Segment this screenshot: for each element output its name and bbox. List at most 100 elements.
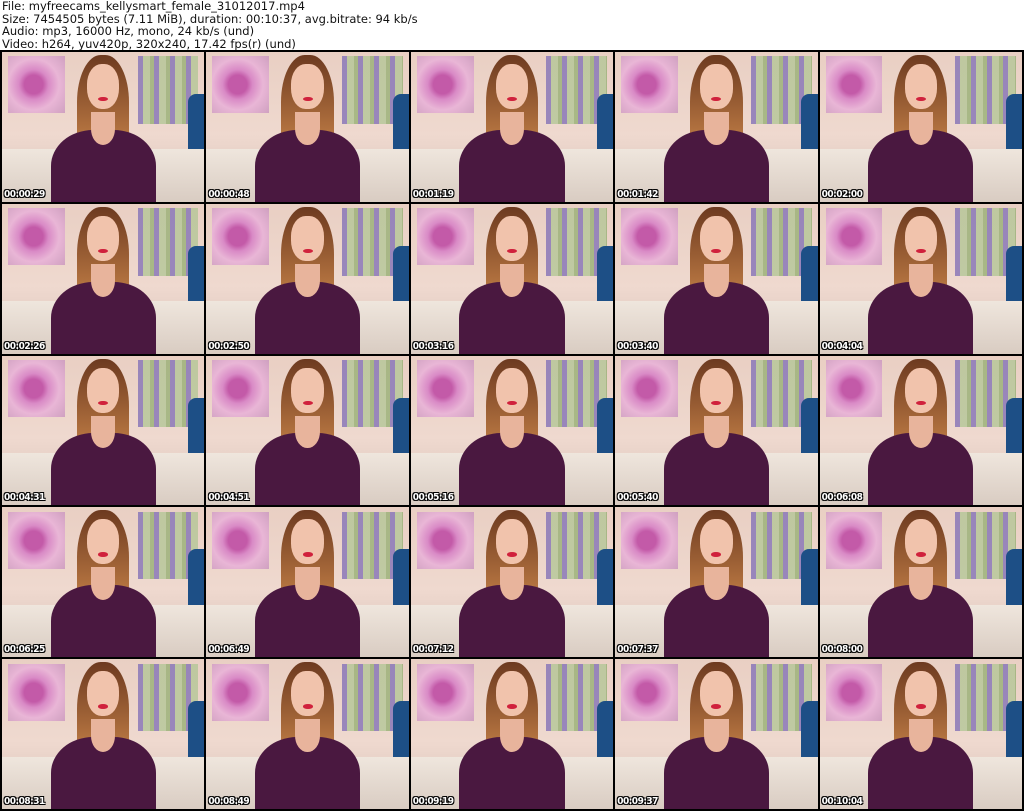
video-thumbnail[interactable]: 00:03:16 bbox=[410, 203, 614, 354]
person-lips bbox=[302, 552, 313, 557]
person-neck bbox=[908, 263, 933, 297]
flower-picture bbox=[621, 56, 678, 114]
person-face bbox=[904, 671, 937, 717]
person-face bbox=[87, 215, 120, 261]
person-lips bbox=[915, 704, 926, 709]
timestamp: 00:08:49 bbox=[208, 796, 250, 807]
person-face bbox=[495, 519, 529, 565]
timestamp: 00:03:40 bbox=[617, 340, 658, 352]
person-face bbox=[495, 63, 529, 109]
timestamp: 00:09:19 bbox=[412, 796, 454, 807]
person-lips bbox=[98, 400, 109, 406]
person-lips bbox=[915, 248, 926, 254]
video-thumbnail[interactable]: 00:04:31 bbox=[2, 355, 205, 506]
video-thumbnail[interactable]: 00:10:04 bbox=[819, 659, 1022, 809]
timestamp: 00:09:37 bbox=[617, 796, 658, 807]
video-thumbnail[interactable]: 00:07:37 bbox=[615, 507, 818, 658]
file-name: File: myfreecams_kellysmart_female_31012… bbox=[2, 0, 305, 13]
person-neck bbox=[908, 719, 933, 753]
person-neck bbox=[295, 263, 320, 297]
video-thumbnail[interactable]: 00:03:40 bbox=[615, 203, 818, 354]
person-neck bbox=[499, 111, 525, 145]
video-thumbnail[interactable]: 00:01:42 bbox=[615, 52, 818, 202]
video-thumbnail[interactable]: 00:06:25 bbox=[2, 507, 205, 658]
person-face bbox=[87, 63, 120, 109]
timestamp: 00:05:40 bbox=[617, 492, 658, 504]
video-thumbnail[interactable]: 00:09:19 bbox=[410, 659, 614, 809]
flower-picture bbox=[8, 208, 65, 266]
video-thumbnail[interactable]: 00:00:29 bbox=[2, 52, 205, 202]
person-face bbox=[700, 215, 733, 261]
person-face bbox=[291, 215, 324, 261]
video-thumbnail[interactable]: 00:01:19 bbox=[410, 52, 614, 202]
video-thumbnail[interactable]: 00:02:00 bbox=[819, 52, 1022, 202]
flower-picture bbox=[416, 360, 474, 417]
person-neck bbox=[499, 719, 525, 753]
flower-picture bbox=[212, 208, 270, 266]
flower-picture bbox=[621, 208, 678, 266]
timestamp: 00:07:12 bbox=[412, 644, 454, 656]
person-neck bbox=[295, 415, 320, 449]
person-face bbox=[87, 367, 120, 413]
timestamp: 00:08:31 bbox=[4, 796, 45, 807]
timestamp: 00:06:25 bbox=[4, 644, 45, 656]
person-lips bbox=[711, 552, 722, 557]
video-thumbnail[interactable]: 00:04:51 bbox=[206, 355, 409, 506]
video-thumbnail[interactable]: 00:08:49 bbox=[206, 659, 409, 809]
video-thumbnail[interactable]: 00:05:16 bbox=[410, 355, 614, 506]
person-face bbox=[904, 215, 937, 261]
video-info: Video: h264, yuv420p, 320x240, 17.42 fps… bbox=[2, 36, 296, 51]
person-lips bbox=[711, 704, 722, 709]
flower-picture bbox=[416, 663, 474, 721]
timestamp: 00:02:26 bbox=[4, 340, 45, 352]
person-lips bbox=[98, 704, 109, 709]
timestamp: 00:01:42 bbox=[617, 188, 658, 200]
timestamp: 00:05:16 bbox=[412, 492, 454, 504]
video-thumbnail[interactable]: 00:02:26 bbox=[2, 203, 205, 354]
person-face bbox=[291, 63, 324, 109]
flower-picture bbox=[212, 56, 270, 114]
flower-picture bbox=[212, 360, 270, 417]
thumbnail-grid: 00:00:29 00:00:48 00:01:19 00:01:42 00:02:00… bbox=[0, 50, 1024, 811]
timestamp: 00:06:49 bbox=[208, 644, 250, 656]
flower-picture bbox=[8, 56, 65, 114]
person-face bbox=[700, 63, 733, 109]
person-face bbox=[700, 367, 733, 413]
flower-picture bbox=[621, 511, 678, 569]
person-face bbox=[904, 367, 937, 413]
person-neck bbox=[91, 111, 116, 145]
person-lips bbox=[506, 400, 518, 406]
person-lips bbox=[915, 400, 926, 406]
person-face bbox=[700, 671, 733, 717]
video-thumbnail[interactable]: 00:02:50 bbox=[206, 203, 409, 354]
flower-picture bbox=[825, 208, 883, 266]
timestamp: 00:02:50 bbox=[208, 340, 250, 352]
video-thumbnail[interactable]: 00:08:31 bbox=[2, 659, 205, 809]
person-face bbox=[291, 367, 324, 413]
flower-picture bbox=[8, 511, 65, 569]
flower-picture bbox=[416, 56, 474, 114]
person-face bbox=[495, 215, 529, 261]
flower-picture bbox=[825, 511, 883, 569]
video-thumbnail[interactable]: 00:05:40 bbox=[615, 355, 818, 506]
person-neck bbox=[908, 567, 933, 601]
person-face bbox=[291, 671, 324, 717]
video-thumbnail[interactable]: 00:06:08 bbox=[819, 355, 1022, 506]
timestamp: 00:08:00 bbox=[821, 644, 863, 656]
timestamp: 00:06:08 bbox=[821, 492, 863, 504]
person-lips bbox=[506, 552, 518, 557]
person-neck bbox=[704, 263, 729, 297]
flower-picture bbox=[621, 360, 678, 417]
timestamp: 00:02:00 bbox=[821, 188, 863, 200]
person-neck bbox=[704, 111, 729, 145]
video-thumbnail[interactable]: 00:07:12 bbox=[410, 507, 614, 658]
video-thumbnail[interactable]: 00:00:48 bbox=[206, 52, 409, 202]
video-thumbnail[interactable]: 00:04:04 bbox=[819, 203, 1022, 354]
person-lips bbox=[915, 552, 926, 557]
video-thumbnail[interactable]: 00:08:00 bbox=[819, 507, 1022, 658]
audio-info: Audio: mp3, 16000 Hz, mono, 24 kb/s (und… bbox=[2, 24, 255, 38]
timestamp: 00:04:31 bbox=[4, 492, 45, 504]
video-thumbnail[interactable]: 00:09:37 bbox=[615, 659, 818, 809]
video-thumbnail[interactable]: 00:06:49 bbox=[206, 507, 409, 658]
person-neck bbox=[295, 567, 320, 601]
